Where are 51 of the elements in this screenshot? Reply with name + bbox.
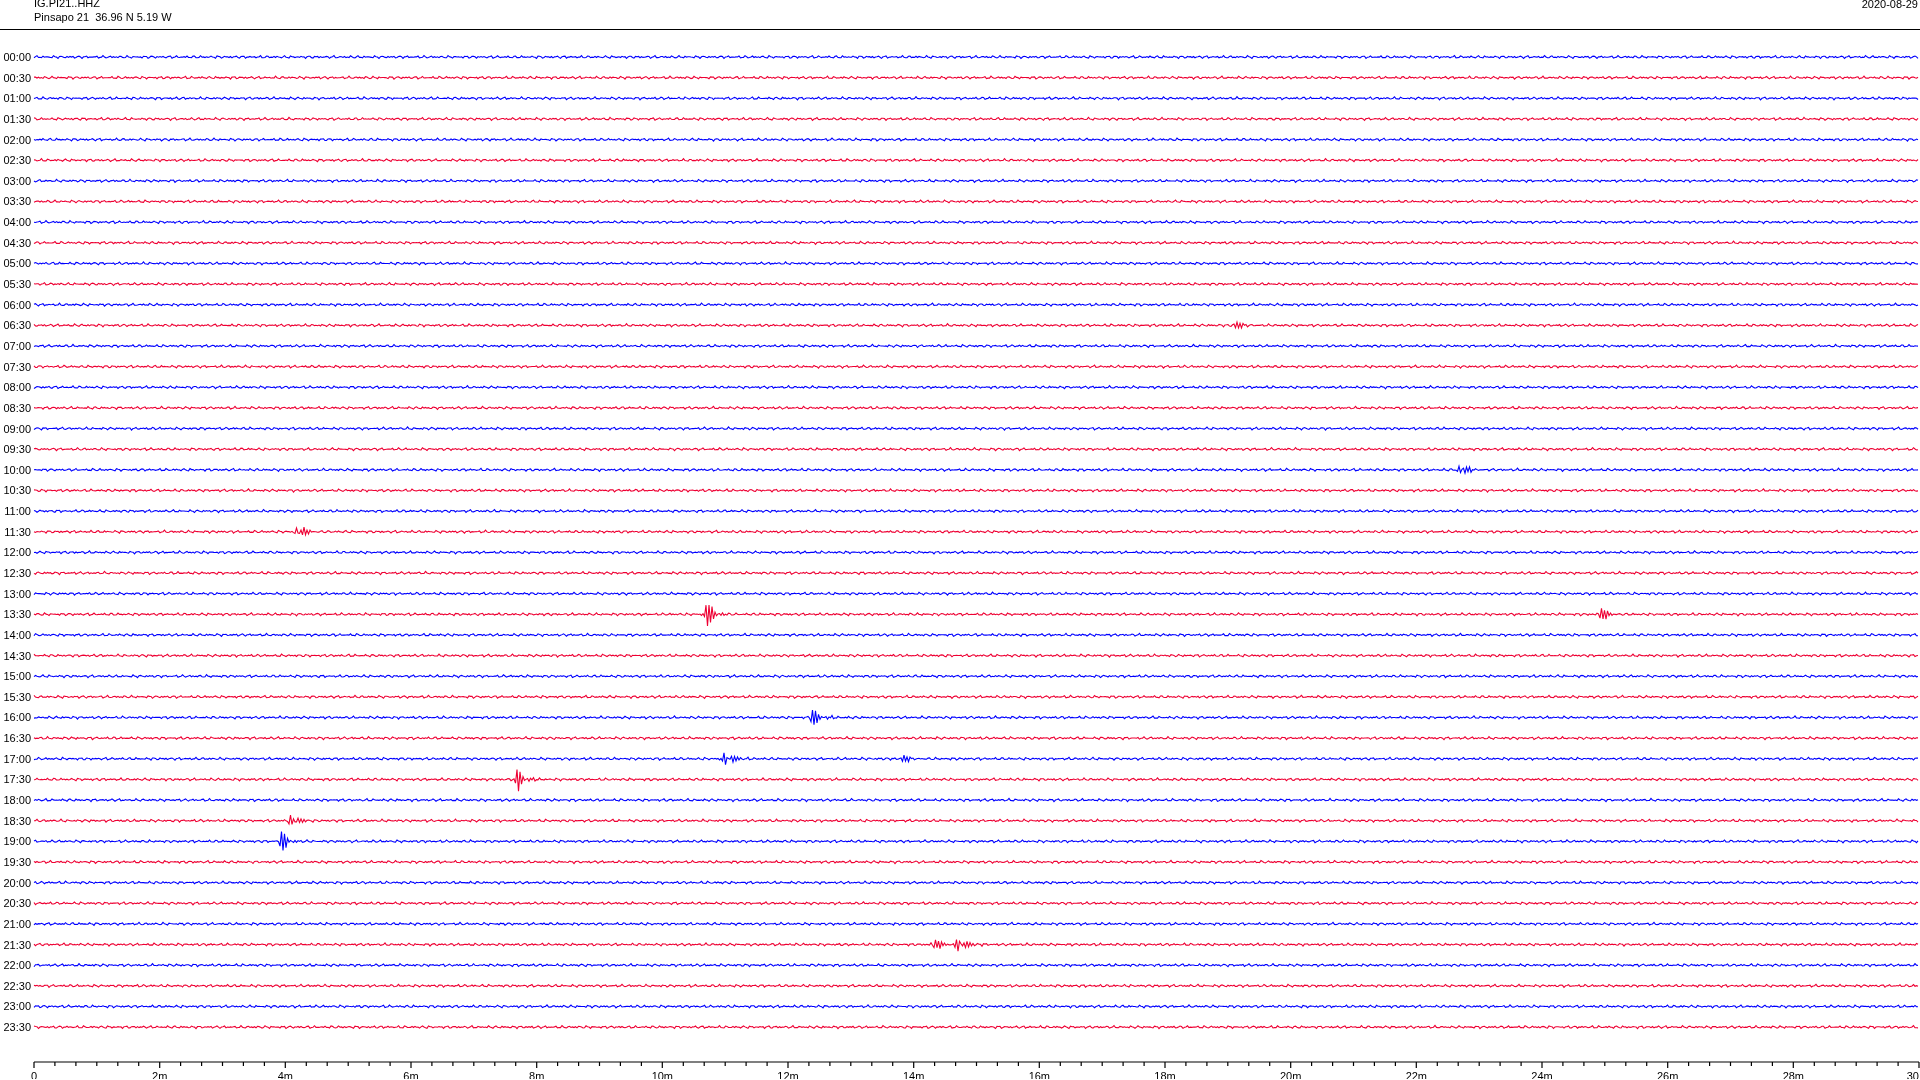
time-label: 17:00: [3, 752, 31, 765]
time-label: 20:30: [3, 897, 31, 910]
time-label: 05:30: [3, 278, 31, 291]
time-label: 01:00: [3, 92, 31, 105]
time-label: 22:30: [3, 979, 31, 992]
time-label: 07:00: [3, 339, 31, 352]
time-label: 03:00: [3, 174, 31, 187]
time-label: 02:30: [3, 154, 31, 167]
time-label: 03:30: [3, 195, 31, 208]
time-label: 07:30: [3, 360, 31, 373]
time-label: 21:30: [3, 938, 31, 951]
time-label: 06:00: [3, 298, 31, 311]
time-label: 15:00: [3, 670, 31, 683]
time-label: 09:00: [3, 422, 31, 435]
time-label: 02:00: [3, 133, 31, 146]
time-label: 06:30: [3, 319, 31, 332]
time-label: 11:00: [4, 505, 31, 518]
time-label: 12:30: [3, 567, 31, 579]
time-label: 04:30: [3, 236, 31, 249]
time-label: 23:30: [3, 1021, 31, 1034]
time-label: 14:30: [3, 649, 31, 662]
time-label: 17:30: [3, 773, 31, 786]
plot-date: 2020-08-29: [1861, 0, 1918, 11]
time-label: 19:00: [3, 835, 31, 848]
time-label: 16:30: [3, 732, 31, 745]
time-label: 10:30: [3, 484, 31, 497]
station-code: IG.PI21..HHZ: [34, 0, 102, 10]
time-label: 11:30: [4, 525, 31, 538]
time-label: 01:30: [3, 112, 31, 125]
time-label: 14:00: [3, 628, 31, 641]
time-label: 18:00: [3, 794, 31, 807]
station-location: Pinsapo 21 36.96 N 5.19 W: [34, 10, 172, 24]
time-label: 13:00: [3, 587, 31, 600]
time-label: 08:00: [3, 381, 31, 394]
time-label: 22:00: [3, 959, 31, 972]
time-label: 20:00: [3, 876, 31, 889]
time-label: 00:00: [3, 51, 31, 63]
time-label: 10:00: [3, 463, 31, 476]
time-label: 09:30: [3, 443, 31, 456]
time-label: 21:00: [3, 917, 31, 930]
time-label: 23:00: [3, 1000, 31, 1013]
time-label: 18:30: [3, 814, 31, 827]
time-label: 05:00: [3, 257, 31, 270]
time-label: 00:30: [3, 71, 31, 84]
time-label: 16:00: [3, 711, 31, 724]
time-label: 12:00: [3, 546, 31, 559]
time-label: 04:00: [3, 216, 31, 229]
time-label: 19:30: [3, 855, 31, 868]
time-label: 13:30: [3, 608, 31, 621]
time-label: 15:30: [3, 690, 31, 703]
time-label: 08:30: [3, 401, 31, 414]
